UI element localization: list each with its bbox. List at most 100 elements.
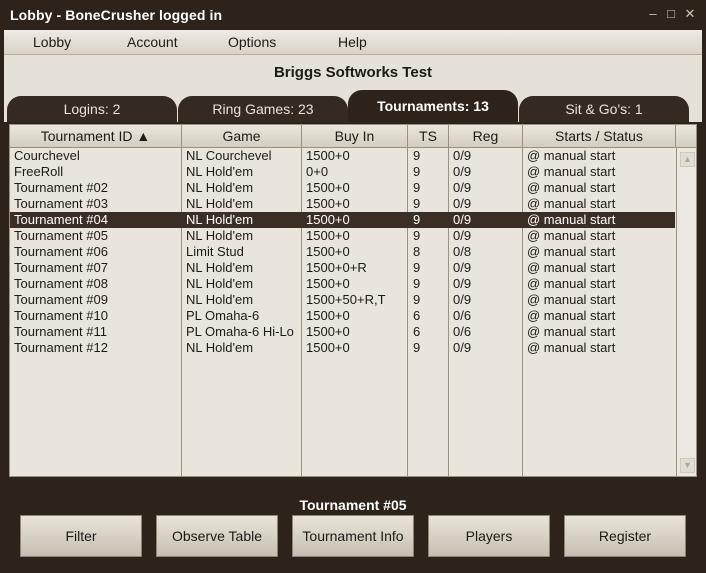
cell-tournament-id: Tournament #03 <box>14 196 108 211</box>
minimize-icon[interactable]: – <box>646 7 660 21</box>
cell-game: NL Hold'em <box>186 292 254 307</box>
players-button[interactable]: Players <box>428 515 550 557</box>
cell-ts: 9 <box>413 276 421 291</box>
table-row[interactable]: Tournament #05 NL Hold'em 1500+0 9 0/9 @ manu… <box>10 228 675 244</box>
cell-game: NL Hold'em <box>186 260 254 275</box>
cell-reg: 0/9 <box>453 276 472 291</box>
column-header-ts[interactable]: TS <box>408 125 449 147</box>
menu-account[interactable]: Account <box>127 34 178 50</box>
cell-reg: 0/9 <box>453 164 472 179</box>
tab-logins[interactable]: Logins: 2 <box>7 96 177 123</box>
column-header-game[interactable]: Game <box>182 125 302 147</box>
cell-buy-in: 1500+0 <box>306 196 350 211</box>
title-bar[interactable]: Lobby - BoneCrusher logged in – □ ✕ <box>0 0 706 30</box>
table-row[interactable]: Tournament #09 NL Hold'em 1500+50+R,T 9 0/9 @… <box>10 292 675 308</box>
cell-ts: 9 <box>413 164 421 179</box>
scroll-up-icon[interactable]: ▲ <box>680 152 695 167</box>
column-header-reg[interactable]: Reg <box>449 125 523 147</box>
cell-status: @ manual start <box>527 324 616 339</box>
cell-tournament-id: Tournament #10 <box>14 308 108 323</box>
lobby-window: Lobby - BoneCrusher logged in – □ ✕ Lobb… <box>0 0 706 573</box>
table-row[interactable]: Tournament #02 NL Hold'em 1500+0 9 0/9 @ manu… <box>10 180 675 196</box>
tab-sit-and-gos[interactable]: Sit & Go's: 1 <box>519 96 689 123</box>
cell-game: NL Hold'em <box>186 340 254 355</box>
column-header-starts-status[interactable]: Starts / Status <box>523 125 676 147</box>
cell-ts: 9 <box>413 148 421 163</box>
filter-button[interactable]: Filter <box>20 515 142 557</box>
register-button[interactable]: Register <box>564 515 686 557</box>
table-row[interactable]: Tournament #12 NL Hold'em 1500+0 9 0/9 @ manu… <box>10 340 675 356</box>
cell-game: PL Omaha-6 <box>186 308 260 323</box>
table-row[interactable]: Tournament #06 Limit Stud 1500+0 8 0/8 @ manu… <box>10 244 675 260</box>
cell-buy-in: 1500+0 <box>306 228 350 243</box>
cell-status: @ manual start <box>527 292 616 307</box>
cell-reg: 0/6 <box>453 308 472 323</box>
cell-buy-in: 1500+0 <box>306 324 350 339</box>
maximize-icon[interactable]: □ <box>664 7 678 21</box>
cell-tournament-id: Tournament #02 <box>14 180 108 195</box>
table-row[interactable]: Tournament #03 NL Hold'em 1500+0 9 0/9 @ manu… <box>10 196 675 212</box>
window-title: Lobby - BoneCrusher logged in <box>10 7 223 23</box>
cell-game: Limit Stud <box>186 244 244 259</box>
cell-ts: 6 <box>413 308 421 323</box>
cell-status: @ manual start <box>527 148 616 163</box>
tournament-table: Tournament ID ▲ Game Buy In TS Reg Start… <box>9 124 697 477</box>
cell-reg: 0/9 <box>453 292 472 307</box>
cell-reg: 0/9 <box>453 180 472 195</box>
vertical-scrollbar[interactable]: ▲ ▼ <box>676 148 696 476</box>
cell-reg: 0/9 <box>453 228 472 243</box>
table-row[interactable]: Courchevel NL Courchevel 1500+0 9 0/9 @ manua… <box>10 148 675 164</box>
cell-reg: 0/9 <box>453 196 472 211</box>
cell-game: NL Hold'em <box>186 228 254 243</box>
menu-lobby[interactable]: Lobby <box>33 34 71 50</box>
close-icon[interactable]: ✕ <box>683 7 697 21</box>
cell-buy-in: 1500+0 <box>306 276 350 291</box>
tournaments-panel: Tournament ID ▲ Game Buy In TS Reg Start… <box>4 122 702 569</box>
scroll-down-icon[interactable]: ▼ <box>680 458 695 473</box>
column-header-buy-in[interactable]: Buy In <box>302 125 408 147</box>
cell-ts: 9 <box>413 180 421 195</box>
cell-buy-in: 1500+0 <box>306 180 350 195</box>
table-row[interactable]: Tournament #10 PL Omaha-6 1500+0 6 0/6 @ manu… <box>10 308 675 324</box>
cell-ts: 9 <box>413 340 421 355</box>
table-row[interactable]: Tournament #04 NL Hold'em 1500+0 9 0/9 @ manu… <box>10 212 675 228</box>
cell-tournament-id: Tournament #04 <box>14 212 108 227</box>
cell-reg: 0/9 <box>453 148 472 163</box>
cell-buy-in: 0+0 <box>306 164 329 179</box>
tournament-info-button[interactable]: Tournament Info <box>292 515 414 557</box>
menu-options[interactable]: Options <box>228 34 276 50</box>
cell-tournament-id: Tournament #07 <box>14 260 108 275</box>
cell-status: @ manual start <box>527 340 616 355</box>
cell-tournament-id: Tournament #12 <box>14 340 108 355</box>
lobby-tabs: Logins: 2 Ring Games: 23 Tournaments: 13… <box>4 90 702 123</box>
cell-game: PL Omaha-6 Hi-Lo <box>186 324 294 339</box>
cell-game: NL Hold'em <box>186 164 254 179</box>
cell-buy-in: 1500+0 <box>306 212 350 227</box>
cell-reg: 0/9 <box>453 212 472 227</box>
observe-table-button[interactable]: Observe Table <box>156 515 278 557</box>
cell-status: @ manual start <box>527 308 616 323</box>
table-row[interactable]: Tournament #11 PL Omaha-6 Hi-Lo 1500+0 6 0/6… <box>10 324 675 340</box>
menu-help[interactable]: Help <box>338 34 367 50</box>
tab-ring-games[interactable]: Ring Games: 23 <box>178 96 348 123</box>
cell-tournament-id: Tournament #11 <box>14 324 107 339</box>
cell-status: @ manual start <box>527 196 616 211</box>
column-header-tournament-id[interactable]: Tournament ID ▲ <box>10 125 182 147</box>
tab-tournaments[interactable]: Tournaments: 13 <box>348 90 518 123</box>
cell-status: @ manual start <box>527 180 616 195</box>
menu-bar: Lobby Account Options Help <box>4 30 702 55</box>
table-row[interactable]: Tournament #07 NL Hold'em 1500+0+R 9 0/9 @ ma… <box>10 260 675 276</box>
table-row[interactable]: Tournament #08 NL Hold'em 1500+0 9 0/9 @ manu… <box>10 276 675 292</box>
cell-reg: 0/9 <box>453 260 472 275</box>
lobby-client-area: Lobby Account Options Help Briggs Softwo… <box>4 30 702 569</box>
table-row[interactable]: FreeRoll NL Hold'em 0+0 9 0/9 @ manual start <box>10 164 675 180</box>
cell-ts: 9 <box>413 228 421 243</box>
cell-buy-in: 1500+0 <box>306 244 350 259</box>
cell-buy-in: 1500+0 <box>306 148 350 163</box>
cell-status: @ manual start <box>527 244 616 259</box>
cell-ts: 9 <box>413 212 421 227</box>
cell-game: NL Courchevel <box>186 148 272 163</box>
cell-game: NL Hold'em <box>186 212 254 227</box>
server-title: Briggs Softworks Test <box>273 64 433 81</box>
cell-ts: 6 <box>413 324 421 339</box>
